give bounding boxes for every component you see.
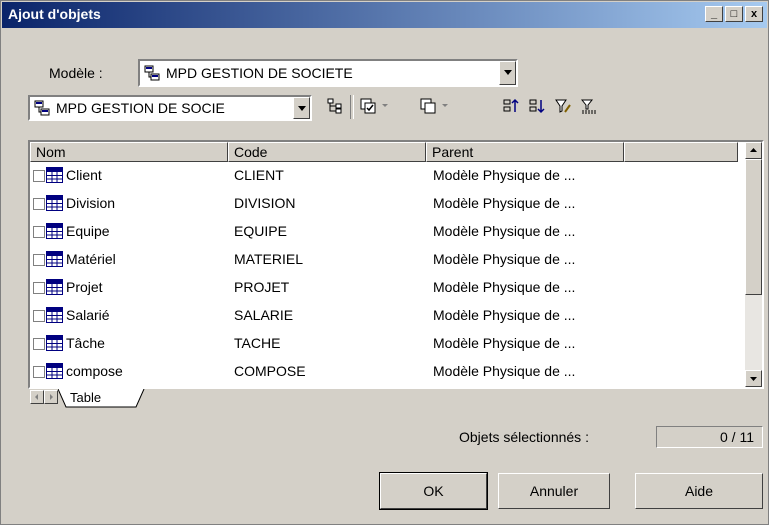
package-select[interactable]: MPD GESTION DE SOCIE [28,95,312,121]
cell-name: Projet [66,279,103,295]
row-checkbox[interactable] [33,366,45,378]
deselect-all-arrow[interactable] [442,104,448,107]
cell-name: Matériel [66,251,116,267]
maximize-button[interactable]: □ [725,6,743,22]
add-objects-dialog: Ajout d'objets _ □ x Modèle : MPD GESTIO… [0,0,769,525]
column-header-parent[interactable]: Parent [426,142,624,162]
cancel-button[interactable]: Annuler [498,473,610,509]
table-row[interactable]: Division DIVISION Modèle Physique de ... [30,190,738,218]
table-row[interactable]: Matériel MATERIEL Modèle Physique de ... [30,246,738,274]
cell-parent: Modèle Physique de ... [433,167,576,183]
window-title: Ajout d'objets [8,6,101,22]
row-checkbox[interactable] [33,282,45,294]
cell-name: Division [66,195,116,211]
tab-strip: Table [28,389,764,409]
row-checkbox[interactable] [33,310,45,322]
package-dropdown-button[interactable] [293,97,310,119]
cell-code: PROJET [234,279,290,295]
tab-scroll-left[interactable] [30,390,44,404]
cell-parent: Modèle Physique de ... [433,307,576,323]
cell-code: EQUIPE [234,223,287,239]
table-icon [46,223,63,239]
triangle-left-icon [35,394,38,400]
table-icon [46,167,63,183]
row-checkbox[interactable] [33,226,45,238]
scroll-up-button[interactable] [745,142,762,159]
row-checkbox[interactable] [33,338,45,350]
row-checkbox[interactable] [33,170,45,182]
cell-parent: Modèle Physique de ... [433,335,576,351]
selected-objects-count: 0 / 11 [656,426,763,448]
row-checkbox[interactable] [33,254,45,266]
model-label: Modèle : [49,65,103,81]
triangle-up-icon [750,148,757,152]
model-dropdown-button[interactable] [499,61,516,85]
cell-code: TACHE [234,335,281,351]
filter-edit-icon[interactable] [555,98,571,114]
model-icon [144,65,160,81]
model-value: MPD GESTION DE SOCIETE [166,65,353,81]
cell-code: SALARIE [234,307,294,323]
minimize-button[interactable]: _ [705,6,723,22]
table-icon [46,307,63,323]
table-row[interactable]: Projet PROJET Modèle Physique de ... [30,274,738,302]
cell-parent: Modèle Physique de ... [433,251,576,267]
cell-code: COMPOSE [234,363,306,379]
table-row[interactable]: Tâche TACHE Modèle Physique de ... [30,330,738,358]
selected-objects-value: 0 / 11 [720,429,754,445]
scroll-thumb[interactable] [745,159,762,295]
model-icon [34,100,50,116]
vertical-scrollbar[interactable] [745,142,762,387]
title-bar[interactable]: Ajout d'objets _ □ x [2,2,767,28]
deselect-all-icon[interactable] [420,98,436,114]
cell-parent: Modèle Physique de ... [433,195,576,211]
toolbar-separator [350,95,354,119]
cell-parent: Modèle Physique de ... [433,279,576,295]
cell-parent: Modèle Physique de ... [433,223,576,239]
table-row[interactable]: Client CLIENT Modèle Physique de ... [30,162,738,190]
tab-scroll-right[interactable] [44,390,58,404]
model-select[interactable]: MPD GESTION DE SOCIETE [138,59,518,87]
table-icon [46,335,63,351]
cell-code: CLIENT [234,167,284,183]
help-button[interactable]: Aide [635,473,763,509]
close-button[interactable]: x [745,6,763,22]
sort-ascending-icon[interactable] [503,98,519,114]
table-row[interactable]: Salarié SALARIE Modèle Physique de ... [30,302,738,330]
cell-name: Client [66,167,102,183]
table-icon [46,363,63,379]
table-row[interactable]: compose COMPOSE Modèle Physique de ... [30,358,738,386]
cell-parent: Modèle Physique de ... [433,363,576,379]
selected-objects-label: Objets sélectionnés : [459,429,589,445]
tab-table[interactable]: Table [70,389,101,406]
package-value: MPD GESTION DE SOCIE [56,100,225,116]
select-all-arrow[interactable] [382,104,388,107]
table-icon [46,279,63,295]
sort-descending-icon[interactable] [529,98,545,114]
cell-name: Salarié [66,307,110,323]
hierarchy-icon[interactable] [327,98,343,114]
scroll-down-button[interactable] [745,370,762,387]
cell-name: compose [66,363,123,379]
row-checkbox[interactable] [33,198,45,210]
table-icon [46,251,63,267]
table-row[interactable]: Equipe EQUIPE Modèle Physique de ... [30,218,738,246]
ok-button[interactable]: OK [379,472,488,510]
cell-name: Tâche [66,335,105,351]
cell-name: Equipe [66,223,110,239]
cell-code: DIVISION [234,195,296,211]
select-all-icon[interactable] [360,98,376,114]
column-header-extra[interactable] [624,142,738,162]
objects-table[interactable]: Nom Code Parent Client CLIENT Modèle Physi… [28,140,764,389]
filter-icon[interactable] [581,98,597,114]
triangle-down-icon [750,377,757,381]
column-header-code[interactable]: Code [228,142,426,162]
cell-code: MATERIEL [234,251,303,267]
column-header-name[interactable]: Nom [30,142,228,162]
table-icon [46,195,63,211]
triangle-right-icon [50,394,53,400]
